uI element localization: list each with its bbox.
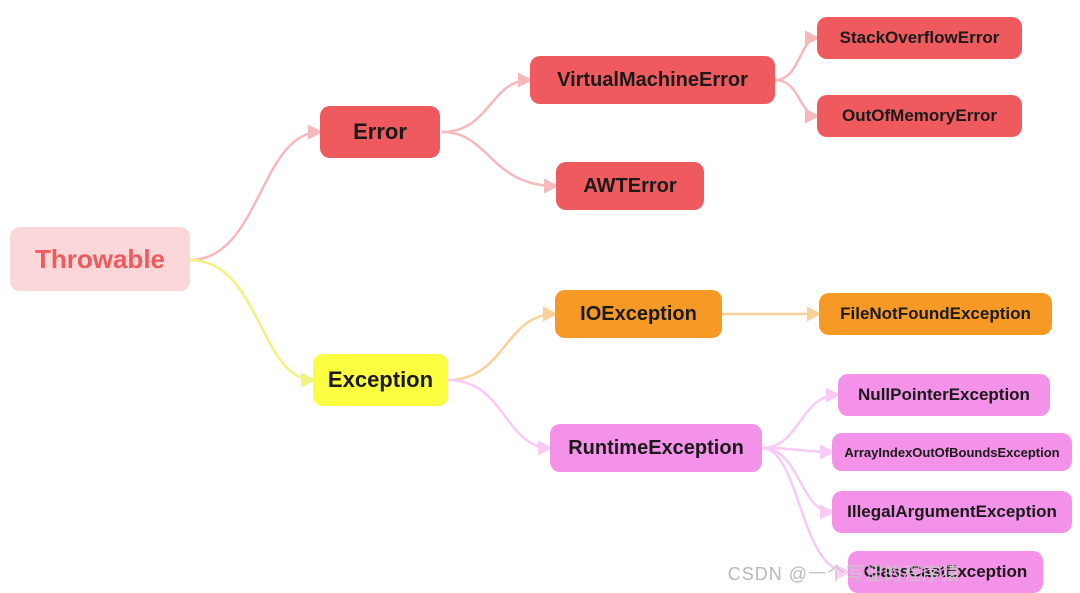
- edge-rtex-npe: [762, 395, 838, 448]
- node-label: OutOfMemoryError: [842, 106, 997, 126]
- edge-vme-oom: [775, 80, 817, 116]
- node-ioex: IOException: [555, 290, 722, 338]
- edge-error-vme: [442, 80, 530, 132]
- node-soe: StackOverflowError: [817, 17, 1022, 59]
- node-oom: OutOfMemoryError: [817, 95, 1022, 137]
- edge-exception-ioex: [448, 314, 555, 380]
- edge-error-awt: [442, 132, 556, 186]
- node-label: NullPointerException: [858, 385, 1030, 405]
- edge-throwable-error: [190, 132, 320, 260]
- node-iae: IllegalArgumentException: [832, 491, 1072, 533]
- node-npe: NullPointerException: [838, 374, 1050, 416]
- edge-rtex-iae: [762, 448, 832, 512]
- edge-vme-soe: [775, 38, 817, 80]
- edge-throwable-exception: [190, 260, 313, 380]
- edge-rtex-aioobe: [762, 448, 832, 452]
- node-label: RuntimeException: [568, 437, 744, 460]
- node-label: IOException: [580, 303, 697, 326]
- node-awt: AWTError: [556, 162, 704, 210]
- edge-exception-rtex: [448, 380, 550, 448]
- node-label: AWTError: [583, 175, 676, 198]
- watermark-right: 一个写涩的程序猿: [808, 564, 960, 584]
- node-label: ArrayIndexOutOfBoundsException: [844, 445, 1059, 460]
- node-aioobe: ArrayIndexOutOfBoundsException: [832, 433, 1072, 471]
- node-vme: VirtualMachineError: [530, 56, 775, 104]
- node-exception: Exception: [313, 354, 448, 406]
- node-label: Throwable: [35, 244, 165, 275]
- watermark: CSDN @一个写涩的程序猿: [728, 560, 960, 586]
- node-fnf: FileNotFoundException: [819, 293, 1052, 335]
- node-label: IllegalArgumentException: [847, 502, 1057, 522]
- node-rtex: RuntimeException: [550, 424, 762, 472]
- watermark-left: CSDN @: [728, 564, 808, 584]
- node-label: FileNotFoundException: [840, 304, 1031, 324]
- node-error: Error: [320, 106, 440, 158]
- node-throwable: Throwable: [10, 227, 190, 291]
- node-label: Exception: [328, 367, 433, 393]
- node-label: StackOverflowError: [840, 28, 1000, 48]
- node-label: Error: [353, 119, 407, 145]
- node-label: VirtualMachineError: [557, 69, 748, 92]
